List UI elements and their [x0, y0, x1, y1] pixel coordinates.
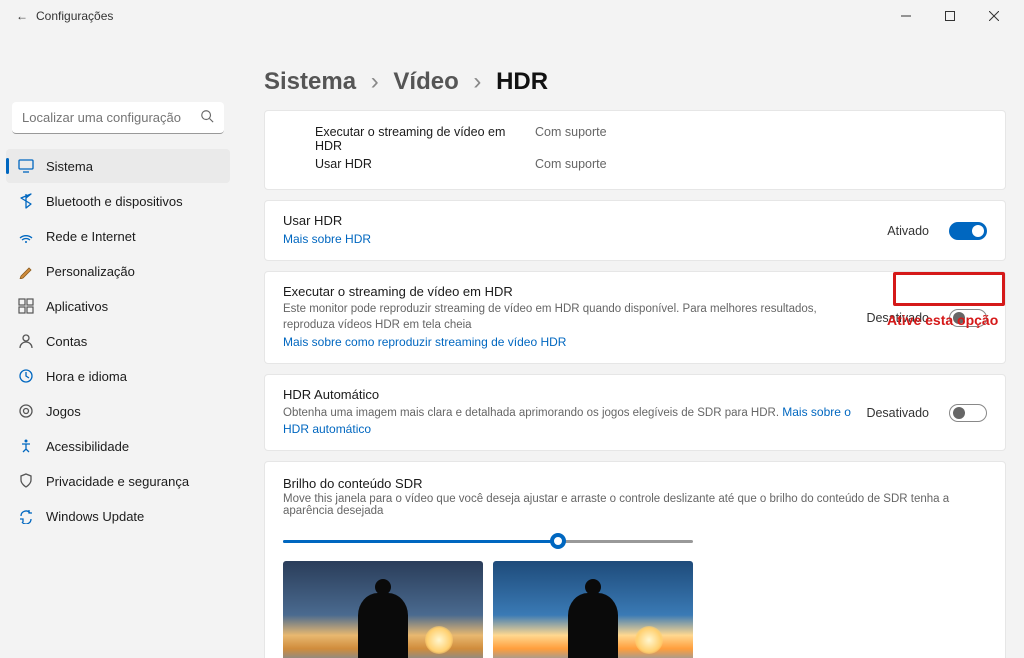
- personalization-icon: [18, 263, 34, 279]
- nav-privacidade[interactable]: Privacidade e segurança: [6, 464, 230, 498]
- nav-label: Bluetooth e dispositivos: [46, 194, 183, 209]
- breadcrumb-sistema[interactable]: Sistema: [264, 68, 356, 95]
- apps-icon: [18, 298, 34, 314]
- nav-personalizacao[interactable]: Personalização: [6, 254, 230, 288]
- minimize-button[interactable]: [884, 0, 928, 32]
- nav-label: Windows Update: [46, 509, 144, 524]
- accounts-icon: [18, 333, 34, 349]
- sdr-preview: Conteúdo de SDR: [283, 561, 483, 658]
- search-input[interactable]: [12, 102, 224, 134]
- nav-label: Personalização: [46, 264, 135, 279]
- mais-stream-hdr-link[interactable]: Mais sobre como reproduzir streaming de …: [283, 335, 566, 349]
- nav-update[interactable]: Windows Update: [6, 499, 230, 533]
- setting-title: Executar o streaming de vídeo em HDR: [283, 284, 852, 299]
- mais-sobre-hdr-link[interactable]: Mais sobre HDR: [283, 232, 371, 246]
- gaming-icon: [18, 403, 34, 419]
- nav-label: Sistema: [46, 159, 93, 174]
- content-area: Sistema › Vídeo › HDR Executar o streami…: [236, 32, 1024, 658]
- toggle-state-label: Desativado: [866, 406, 929, 420]
- nav-label: Aplicativos: [46, 299, 108, 314]
- hdr-preview: Conteúdo de HDR (para comparação): [493, 561, 693, 658]
- chevron-right-icon: ›: [371, 68, 379, 95]
- bluetooth-icon: [18, 193, 34, 209]
- nav-hora[interactable]: Hora e idioma: [6, 359, 230, 393]
- nav-label: Rede e Internet: [46, 229, 136, 244]
- titlebar: ← Configurações: [0, 0, 1024, 32]
- sidebar: Sistema Bluetooth e dispositivos Rede e …: [0, 32, 236, 658]
- nav-label: Hora e idioma: [46, 369, 127, 384]
- maximize-button[interactable]: [928, 0, 972, 32]
- nav-label: Acessibilidade: [46, 439, 129, 454]
- setting-desc: Obtenha uma imagem mais clara e detalhad…: [283, 404, 852, 438]
- nav-bluetooth[interactable]: Bluetooth e dispositivos: [6, 184, 230, 218]
- info-label: Usar HDR: [315, 157, 515, 171]
- slider-thumb[interactable]: [550, 533, 566, 549]
- chevron-right-icon: ›: [473, 68, 481, 95]
- nav-label: Privacidade e segurança: [46, 474, 189, 489]
- sdr-desc: Move this janela para o vídeo que você d…: [283, 493, 987, 517]
- nav-rede[interactable]: Rede e Internet: [6, 219, 230, 253]
- toggle-state-label: Ativado: [887, 224, 929, 238]
- annotation-callout: Ative esta opção: [887, 312, 998, 328]
- update-icon: [18, 508, 34, 524]
- nav-contas[interactable]: Contas: [6, 324, 230, 358]
- setting-title: HDR Automático: [283, 387, 852, 402]
- nav-sistema[interactable]: Sistema: [6, 149, 230, 183]
- back-button[interactable]: ←: [8, 9, 36, 23]
- nav-label: Jogos: [46, 404, 81, 419]
- breadcrumb: Sistema › Vídeo › HDR: [264, 68, 1006, 96]
- auto-hdr-toggle[interactable]: [949, 404, 987, 422]
- search-box: [12, 102, 224, 134]
- search-icon: [200, 109, 214, 128]
- privacy-icon: [18, 473, 34, 489]
- setting-desc: Este monitor pode reproduzir streaming d…: [283, 301, 852, 333]
- usar-hdr-toggle[interactable]: [949, 222, 987, 240]
- setting-title: Usar HDR: [283, 213, 873, 228]
- window-title: Configurações: [36, 9, 113, 23]
- system-icon: [18, 158, 34, 174]
- info-label: Executar o streaming de vídeo em HDR: [315, 125, 515, 153]
- sdr-brightness-slider[interactable]: [283, 531, 693, 551]
- nav-acessibilidade[interactable]: Acessibilidade: [6, 429, 230, 463]
- nav-jogos[interactable]: Jogos: [6, 394, 230, 428]
- nav-aplicativos[interactable]: Aplicativos: [6, 289, 230, 323]
- display-info-card: Executar o streaming de vídeo em HDR Com…: [264, 110, 1006, 190]
- accessibility-icon: [18, 438, 34, 454]
- usar-hdr-card: Usar HDR Mais sobre HDR Ativado: [264, 200, 1006, 261]
- close-button[interactable]: [972, 0, 1016, 32]
- time-icon: [18, 368, 34, 384]
- breadcrumb-hdr: HDR: [496, 68, 548, 95]
- breadcrumb-video[interactable]: Vídeo: [393, 68, 458, 95]
- network-icon: [18, 228, 34, 244]
- info-value: Com suporte: [535, 125, 607, 153]
- nav-label: Contas: [46, 334, 87, 349]
- sdr-title: Brilho do conteúdo SDR: [283, 476, 987, 491]
- info-value: Com suporte: [535, 157, 607, 171]
- sdr-brightness-card: Brilho do conteúdo SDR Move this janela …: [264, 461, 1006, 658]
- auto-hdr-card: HDR Automático Obtenha uma imagem mais c…: [264, 374, 1006, 451]
